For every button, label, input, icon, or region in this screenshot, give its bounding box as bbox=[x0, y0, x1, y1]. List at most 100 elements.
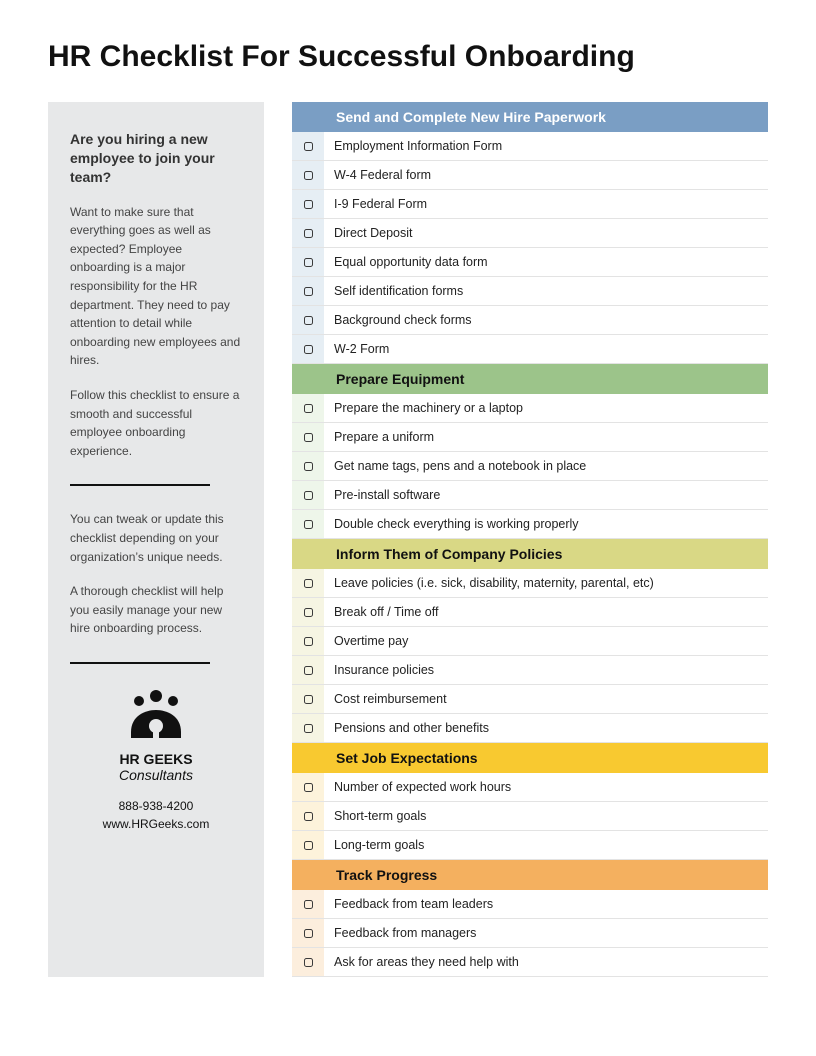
checkbox-cell bbox=[292, 481, 324, 509]
section-title: Send and Complete New Hire Paperwork bbox=[336, 109, 606, 125]
checklist-table: Send and Complete New Hire Paperwork Empl… bbox=[292, 102, 768, 977]
checkbox-icon[interactable] bbox=[304, 637, 313, 646]
checkbox-icon[interactable] bbox=[304, 171, 313, 180]
checklist-item-label: Employment Information Form bbox=[324, 132, 768, 160]
checkbox-cell bbox=[292, 919, 324, 947]
checkbox-icon[interactable] bbox=[304, 666, 313, 675]
checkbox-icon[interactable] bbox=[304, 841, 313, 850]
checkbox-icon[interactable] bbox=[304, 491, 313, 500]
checkbox-cell bbox=[292, 948, 324, 976]
checkbox-icon[interactable] bbox=[304, 608, 313, 617]
checklist-row: Double check everything is working prope… bbox=[292, 510, 768, 539]
checklist-row: Prepare the machinery or a laptop bbox=[292, 394, 768, 423]
checkbox-cell bbox=[292, 452, 324, 480]
checkbox-icon[interactable] bbox=[304, 783, 313, 792]
people-group-icon bbox=[123, 688, 189, 740]
contact-phone: 888-938-4200 bbox=[70, 797, 242, 815]
checklist-row: W-2 Form bbox=[292, 335, 768, 364]
checklist-row: Self identification forms bbox=[292, 277, 768, 306]
checkbox-cell bbox=[292, 510, 324, 538]
checklist-row: I-9 Federal Form bbox=[292, 190, 768, 219]
checklist-item-label: Cost reimbursement bbox=[324, 685, 768, 713]
checkbox-cell bbox=[292, 656, 324, 684]
section-title: Set Job Expectations bbox=[336, 750, 478, 766]
checklist-item-label: W-4 Federal form bbox=[324, 161, 768, 189]
checklist-item-label: Short-term goals bbox=[324, 802, 768, 830]
checkbox-icon[interactable] bbox=[304, 900, 313, 909]
checklist-item-label: Equal opportunity data form bbox=[324, 248, 768, 276]
section-header: Prepare Equipment bbox=[292, 364, 768, 394]
checkbox-cell bbox=[292, 132, 324, 160]
checkbox-icon[interactable] bbox=[304, 958, 313, 967]
checklist-item-label: I-9 Federal Form bbox=[324, 190, 768, 218]
checkbox-icon[interactable] bbox=[304, 345, 313, 354]
checklist-row: W-4 Federal form bbox=[292, 161, 768, 190]
checklist-item-label: Insurance policies bbox=[324, 656, 768, 684]
checklist-row: Overtime pay bbox=[292, 627, 768, 656]
checkbox-icon[interactable] bbox=[304, 579, 313, 588]
checkbox-icon[interactable] bbox=[304, 258, 313, 267]
checkbox-cell bbox=[292, 394, 324, 422]
checkbox-cell bbox=[292, 773, 324, 801]
section-header: Set Job Expectations bbox=[292, 743, 768, 773]
main-columns: Are you hiring a new employee to join yo… bbox=[48, 102, 768, 977]
checklist-item-label: Pre-install software bbox=[324, 481, 768, 509]
checklist-row: Insurance policies bbox=[292, 656, 768, 685]
checklist-row: Break off / Time off bbox=[292, 598, 768, 627]
divider bbox=[70, 662, 210, 664]
checklist-item-label: Break off / Time off bbox=[324, 598, 768, 626]
sidebar-para-3: You can tweak or update this checklist d… bbox=[70, 510, 242, 566]
checklist-row: Get name tags, pens and a notebook in pl… bbox=[292, 452, 768, 481]
logo-subtitle: Consultants bbox=[70, 767, 242, 783]
header-spacer bbox=[304, 546, 336, 562]
checklist-row: Employment Information Form bbox=[292, 132, 768, 161]
checklist-row: Feedback from team leaders bbox=[292, 890, 768, 919]
checkbox-cell bbox=[292, 627, 324, 655]
checkbox-cell bbox=[292, 190, 324, 218]
checkbox-icon[interactable] bbox=[304, 724, 313, 733]
checklist-row: Direct Deposit bbox=[292, 219, 768, 248]
checkbox-cell bbox=[292, 306, 324, 334]
checklist-item-label: Self identification forms bbox=[324, 277, 768, 305]
checkbox-icon[interactable] bbox=[304, 287, 313, 296]
checkbox-icon[interactable] bbox=[304, 433, 313, 442]
header-spacer bbox=[304, 750, 336, 766]
checklist-row: Pre-install software bbox=[292, 481, 768, 510]
divider bbox=[70, 484, 210, 486]
logo-name: HR GEEKS bbox=[70, 751, 242, 767]
checkbox-icon[interactable] bbox=[304, 229, 313, 238]
checkbox-cell bbox=[292, 714, 324, 742]
sidebar-para-4: A thorough checklist will help you easil… bbox=[70, 582, 242, 638]
page-title: HR Checklist For Successful Onboarding bbox=[48, 40, 768, 74]
checkbox-icon[interactable] bbox=[304, 404, 313, 413]
checklist-row: Cost reimbursement bbox=[292, 685, 768, 714]
checklist-row: Long-term goals bbox=[292, 831, 768, 860]
checkbox-icon[interactable] bbox=[304, 142, 313, 151]
checklist-item-label: Overtime pay bbox=[324, 627, 768, 655]
checklist-row: Feedback from managers bbox=[292, 919, 768, 948]
checkbox-icon[interactable] bbox=[304, 812, 313, 821]
checklist-item-label: Prepare the machinery or a laptop bbox=[324, 394, 768, 422]
checkbox-icon[interactable] bbox=[304, 929, 313, 938]
checkbox-icon[interactable] bbox=[304, 695, 313, 704]
logo-block: HR GEEKS Consultants 888-938-4200 www.HR… bbox=[70, 688, 242, 833]
header-spacer bbox=[304, 109, 336, 125]
checkbox-icon[interactable] bbox=[304, 200, 313, 209]
checklist-row: Background check forms bbox=[292, 306, 768, 335]
checkbox-icon[interactable] bbox=[304, 520, 313, 529]
sidebar-heading: Are you hiring a new employee to join yo… bbox=[70, 130, 242, 187]
checklist-item-label: Background check forms bbox=[324, 306, 768, 334]
checklist-item-label: Double check everything is working prope… bbox=[324, 510, 768, 538]
checkbox-icon[interactable] bbox=[304, 316, 313, 325]
contact-website: www.HRGeeks.com bbox=[70, 815, 242, 833]
checklist-item-label: Get name tags, pens and a notebook in pl… bbox=[324, 452, 768, 480]
checkbox-cell bbox=[292, 161, 324, 189]
checkbox-cell bbox=[292, 335, 324, 363]
checklist-row: Short-term goals bbox=[292, 802, 768, 831]
checklist-item-label: Feedback from managers bbox=[324, 919, 768, 947]
section-header: Track Progress bbox=[292, 860, 768, 890]
checklist-item-label: W-2 Form bbox=[324, 335, 768, 363]
checkbox-icon[interactable] bbox=[304, 462, 313, 471]
sidebar-para-1: Want to make sure that everything goes a… bbox=[70, 203, 242, 370]
checklist-item-label: Number of expected work hours bbox=[324, 773, 768, 801]
